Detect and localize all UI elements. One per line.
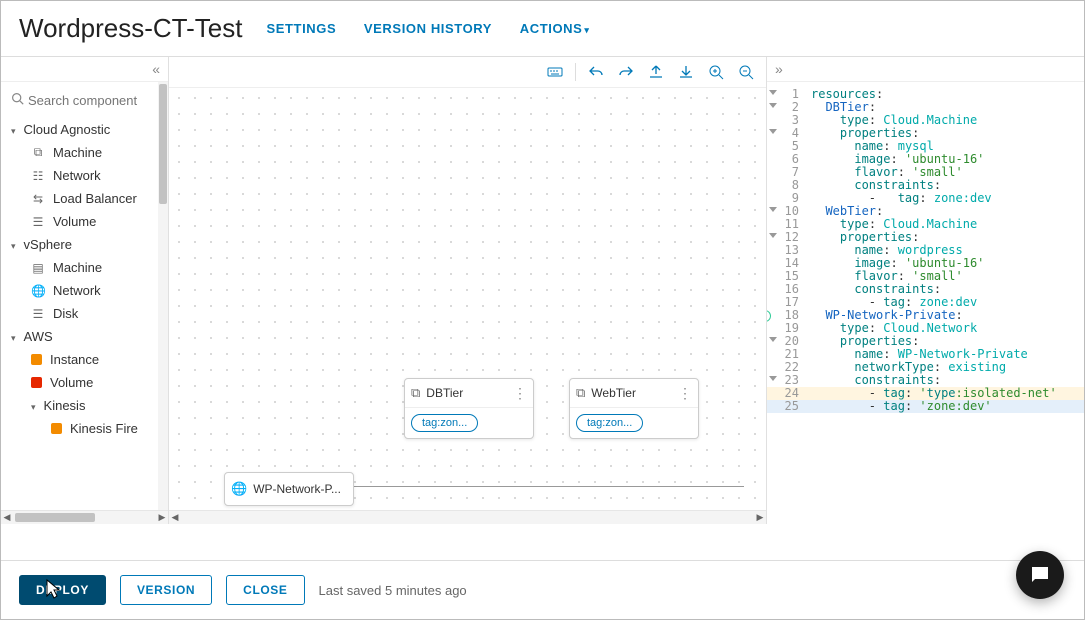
undo-icon[interactable] <box>586 63 606 81</box>
component-sidebar: « Cloud Agnostic ⧉Machine ☷Network ⇆Load… <box>1 57 169 524</box>
sidebar-item-aws-volume[interactable]: Volume <box>11 371 164 394</box>
lb-icon: ⇆ <box>31 192 45 206</box>
server-icon: ⧉ <box>31 145 45 160</box>
node-title: WP-Network-P... <box>253 482 347 496</box>
redo-icon[interactable] <box>616 63 636 81</box>
zoom-in-icon[interactable] <box>706 63 726 81</box>
sidebar-item-vs-network[interactable]: 🌐Network <box>11 279 164 302</box>
design-canvas: ⧉ DBTier ⋮ tag:zon... ⧉ WebTier ⋮ tag:zo… <box>169 57 766 524</box>
server-icon: ⧉ <box>576 385 585 401</box>
page-title: Wordpress-CT-Test <box>19 13 242 44</box>
keyboard-icon[interactable] <box>545 63 565 81</box>
search-input[interactable] <box>28 93 148 108</box>
globe-icon: 🌐 <box>231 481 247 497</box>
version-button[interactable]: VERSION <box>120 575 212 605</box>
server-icon: ⧉ <box>411 385 420 401</box>
sidebar-item-load-balancer[interactable]: ⇆Load Balancer <box>11 187 164 210</box>
aws-kinesis-icon <box>51 423 62 434</box>
chevron-down-icon <box>582 21 589 36</box>
collapse-sidebar-icon[interactable]: « <box>152 61 160 77</box>
canvas-node-webtier[interactable]: ⧉ WebTier ⋮ tag:zon... <box>569 378 699 439</box>
sidebar-scrollbar[interactable] <box>158 82 168 510</box>
node-tag: tag:zon... <box>576 414 643 432</box>
sidebar-item-network[interactable]: ☷Network <box>11 164 164 187</box>
aws-volume-icon <box>31 377 42 388</box>
deploy-button[interactable]: DEPLOY <box>19 575 106 605</box>
aws-instance-icon <box>31 354 42 365</box>
expand-code-icon[interactable]: » <box>775 61 783 77</box>
sidebar-item-vs-machine[interactable]: ▤Machine <box>11 256 164 279</box>
network-icon: ☷ <box>31 169 45 183</box>
close-button[interactable]: CLOSE <box>226 575 304 605</box>
sidebar-item-machine[interactable]: ⧉Machine <box>11 141 164 164</box>
zoom-out-icon[interactable] <box>736 63 756 81</box>
download-icon[interactable] <box>676 63 696 81</box>
sidebar-group-kinesis[interactable]: Kinesis <box>11 394 164 417</box>
volume-icon: ☰ <box>31 215 45 229</box>
canvas-node-dbtier[interactable]: ⧉ DBTier ⋮ tag:zon... <box>404 378 534 439</box>
connection-wire <box>354 486 744 487</box>
node-menu-icon[interactable]: ⋮ <box>513 386 527 400</box>
last-saved-text: Last saved 5 minutes ago <box>319 583 467 598</box>
sidebar-item-vs-disk[interactable]: ☰Disk <box>11 302 164 325</box>
upload-icon[interactable] <box>646 63 666 81</box>
server-icon: ▤ <box>31 261 45 275</box>
sidebar-item-volume[interactable]: ☰Volume <box>11 210 164 233</box>
settings-link[interactable]: SETTINGS <box>266 21 336 36</box>
sidebar-item-aws-instance[interactable]: Instance <box>11 348 164 371</box>
sidebar-h-scrollbar[interactable]: ◀▶ <box>1 510 168 524</box>
search-icon <box>11 92 24 108</box>
node-title: WebTier <box>591 386 672 400</box>
sidebar-group-aws[interactable]: AWS <box>11 325 164 348</box>
node-title: DBTier <box>426 386 507 400</box>
canvas-h-scrollbar[interactable]: ◀▶ <box>169 510 766 524</box>
version-history-link[interactable]: VERSION HISTORY <box>364 21 492 36</box>
chat-fab[interactable] <box>1016 551 1064 599</box>
disk-icon: ☰ <box>31 307 45 321</box>
canvas-node-network[interactable]: 🌐 WP-Network-P... <box>224 472 354 506</box>
globe-icon: 🌐 <box>31 284 45 298</box>
sidebar-item-kinesis-fire[interactable]: Kinesis Fire <box>11 417 164 440</box>
node-tag: tag:zon... <box>411 414 478 432</box>
node-menu-icon[interactable]: ⋮ <box>678 386 692 400</box>
code-panel: » 12345678910111213141516171819202122232… <box>766 57 1084 524</box>
sidebar-group-cloud-agnostic[interactable]: Cloud Agnostic <box>11 118 164 141</box>
actions-dropdown[interactable]: ACTIONS <box>520 21 590 36</box>
sidebar-group-vsphere[interactable]: vSphere <box>11 233 164 256</box>
